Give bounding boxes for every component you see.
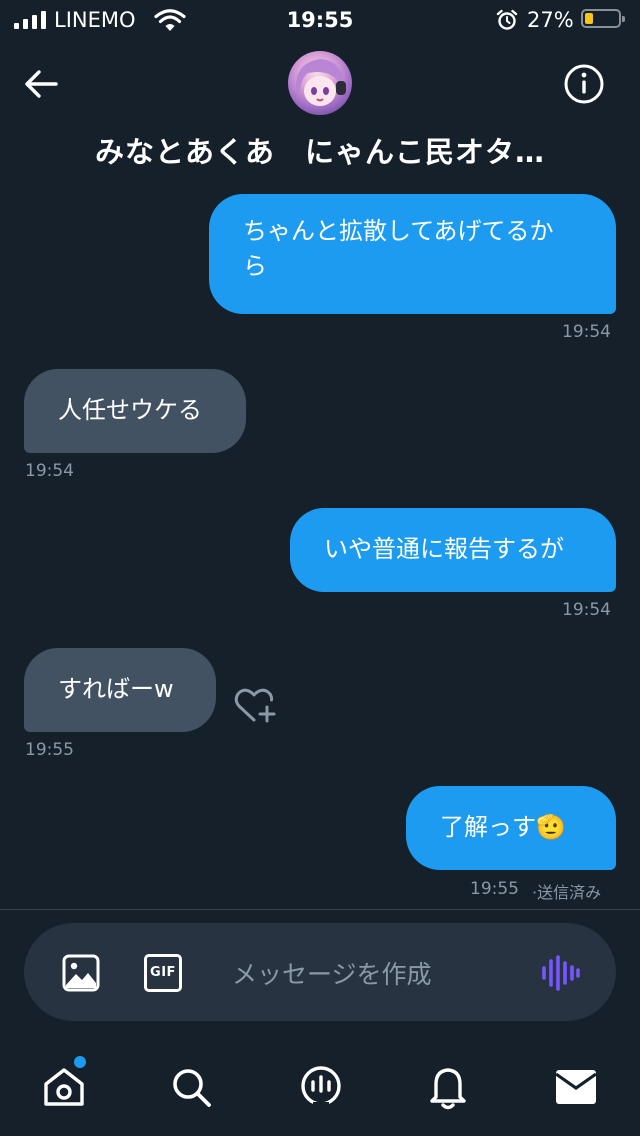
- message-text: ちゃんと拡散してあげてるか: [243, 217, 554, 245]
- salute-emoji: 🫡: [536, 813, 566, 841]
- conversation-title[interactable]: みなとあくあ にゃんこ民オタ…: [0, 129, 640, 171]
- messages-icon[interactable]: [554, 1068, 598, 1106]
- battery-icon: [581, 9, 625, 28]
- message-bubble-outgoing[interactable]: ちゃんと拡散してあげてるか ら: [209, 194, 616, 314]
- message-timestamp: 19:54: [562, 322, 611, 342]
- message-bubble-outgoing[interactable]: いや普通に報告するが: [290, 508, 616, 592]
- message-text: 人任せウケる: [58, 396, 202, 424]
- image-icon[interactable]: [62, 954, 100, 992]
- back-arrow-icon[interactable]: [20, 62, 64, 106]
- message-text: ら: [243, 252, 267, 280]
- message-text: すればーw: [58, 675, 174, 703]
- avatar[interactable]: [288, 51, 352, 115]
- divider: [0, 909, 640, 910]
- message-timestamp: 19:55: [25, 740, 74, 760]
- message-input[interactable]: メッセージを作成: [232, 955, 432, 991]
- message-bubble-outgoing[interactable]: 了解っす🫡: [406, 786, 616, 870]
- spaces-icon[interactable]: [299, 1064, 343, 1108]
- notifications-icon[interactable]: [428, 1064, 468, 1110]
- message-timestamp: 19:54: [562, 600, 611, 620]
- message-timestamp: 19:55: [470, 879, 519, 899]
- gif-icon[interactable]: GIF: [144, 954, 182, 992]
- avatar-image: [295, 59, 346, 106]
- message-bubble-incoming[interactable]: すればーw: [24, 648, 216, 732]
- home-notification-dot: [74, 1056, 86, 1068]
- home-icon[interactable]: [42, 1066, 86, 1108]
- bottom-navigation: [0, 1040, 640, 1136]
- search-icon[interactable]: [170, 1066, 214, 1108]
- message-bubble-incoming[interactable]: 人任せウケる: [24, 369, 246, 453]
- battery-percent: 27%: [527, 8, 574, 32]
- message-status: ·送信済み: [532, 883, 602, 902]
- alarm-icon: [496, 9, 518, 30]
- message-text: いや普通に報告するが: [324, 535, 564, 563]
- gif-label: GIF: [150, 965, 176, 980]
- message-timestamp: 19:54: [25, 461, 74, 481]
- add-reaction-heart-icon[interactable]: [234, 686, 278, 726]
- message-text: 了解っす: [440, 813, 536, 841]
- voice-message-icon[interactable]: [540, 955, 580, 991]
- status-bar: LINEMO 19:55 27%: [0, 0, 640, 40]
- info-icon[interactable]: [562, 62, 606, 106]
